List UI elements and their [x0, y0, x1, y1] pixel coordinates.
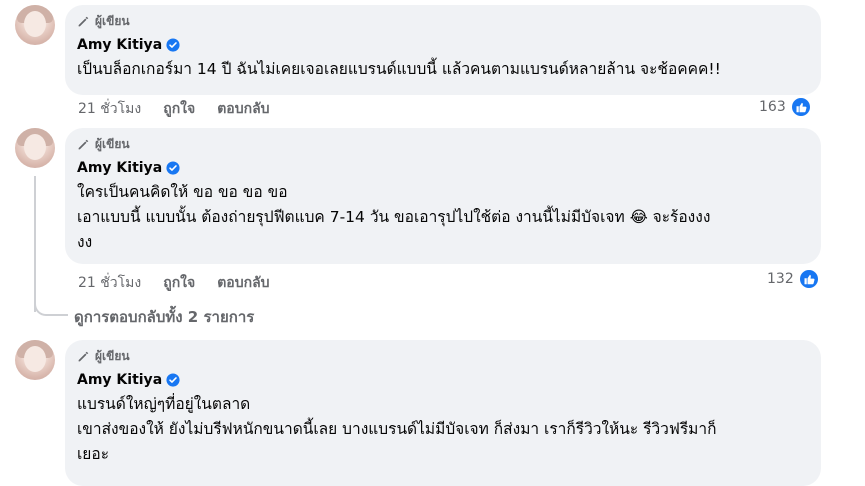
- comment-text-line: เยอะ: [77, 445, 110, 463]
- avatar[interactable]: [15, 128, 55, 168]
- timestamp[interactable]: 21 ชั่วโมง: [78, 272, 141, 294]
- verified-badge-icon: [166, 38, 180, 52]
- author-badge: ผู้เขียน: [77, 136, 809, 152]
- avatar[interactable]: [15, 5, 55, 45]
- pencil-icon: [78, 139, 89, 149]
- pencil-icon: [78, 16, 89, 26]
- comment-bubble: ผู้เขียน Amy Kitiya ใครเป็นคนคิดให้ ขอ ข…: [65, 128, 821, 264]
- author-name[interactable]: Amy Kitiya: [77, 372, 162, 388]
- author-badge-label: ผู้เขียน: [95, 348, 130, 363]
- author-badge: ผู้เขียน: [77, 13, 809, 29]
- comment-text-line: แบรนด์ใหญ่ๆที่อยู่ในตลาด: [77, 395, 251, 413]
- author-badge: ผู้เขียน: [77, 348, 809, 364]
- timestamp[interactable]: 21 ชั่วโมง: [78, 98, 141, 120]
- author-badge-label: ผู้เขียน: [95, 136, 130, 151]
- comment-text-line: เขาส่งของให้ ยังไม่บรีฟหนักขนาดนี้เลย บา…: [77, 420, 717, 438]
- comment-actions: 21 ชั่วโมง ถูกใจ ตอบกลับ: [78, 272, 270, 294]
- pencil-icon: [78, 351, 89, 361]
- comment-text-line: งง: [77, 233, 93, 251]
- like-button[interactable]: ถูกใจ: [163, 272, 195, 294]
- thread-connector: [34, 292, 68, 316]
- reaction-count: 132: [767, 271, 794, 287]
- like-button[interactable]: ถูกใจ: [163, 98, 195, 120]
- comment-bubble: ผู้เขียน Amy Kitiya เป็นบล็อกเกอร์มา 14 …: [65, 5, 821, 95]
- author-name[interactable]: Amy Kitiya: [77, 160, 162, 176]
- verified-badge-icon: [166, 161, 180, 175]
- avatar[interactable]: [15, 340, 55, 380]
- comment-text: เป็นบล็อกเกอร์มา 14 ปี ฉันไม่เคยเจอเลยแบ…: [77, 60, 721, 78]
- view-replies-link[interactable]: ดูการตอบกลับทั้ง 2 รายการ: [74, 305, 254, 329]
- like-thumb-icon: [789, 96, 812, 118]
- comment-bubble: ผู้เขียน Amy Kitiya แบรนด์ใหญ่ๆที่อยู่ใน…: [65, 340, 821, 486]
- like-thumb-icon: [797, 268, 820, 290]
- reaction-summary[interactable]: 163: [759, 96, 812, 118]
- comment-text-line: ใครเป็นคนคิดให้ ขอ ขอ ขอ ขอ: [77, 183, 288, 201]
- comment-actions: 21 ชั่วโมง ถูกใจ ตอบกลับ: [78, 98, 270, 120]
- author-name[interactable]: Amy Kitiya: [77, 37, 162, 53]
- reply-button[interactable]: ตอบกลับ: [217, 98, 269, 120]
- author-badge-label: ผู้เขียน: [95, 13, 130, 28]
- comment-text-line: เอาแบบนี้ แบบนั้น ต้องถ่ายรุปฟีตแบค 7-14…: [77, 208, 711, 226]
- verified-badge-icon: [166, 373, 180, 387]
- reaction-summary[interactable]: 132: [767, 268, 820, 290]
- reaction-count: 163: [759, 99, 786, 115]
- reply-button[interactable]: ตอบกลับ: [217, 272, 269, 294]
